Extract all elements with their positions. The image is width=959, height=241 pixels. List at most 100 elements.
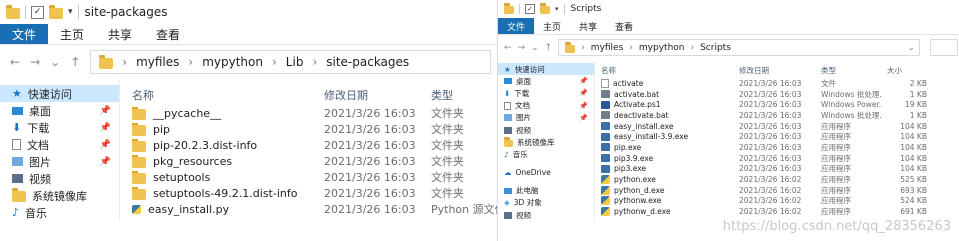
table-row[interactable]: setuptools 2021/3/26 16:03 文件夹 — [132, 169, 497, 185]
breadcrumb-separator-icon[interactable]: › — [581, 43, 585, 53]
pin-icon[interactable]: 📌 — [579, 77, 588, 85]
tab-home[interactable]: 主页 — [534, 18, 570, 34]
table-row[interactable]: activate.bat 2021/3/26 16:03 Windows 批处理..… — [601, 89, 959, 100]
pin-icon[interactable]: 📌 — [100, 123, 111, 133]
table-row[interactable]: pip.exe 2021/3/26 16:03 应用程序 104 KB — [601, 142, 959, 153]
table-row[interactable]: pip-20.2.3.dist-info 2021/3/26 16:03 文件夹 — [132, 137, 497, 153]
sidebar-item-videos[interactable]: 视频 — [0, 170, 119, 187]
file-size: 693 KB — [900, 185, 927, 195]
forward-arrow-icon[interactable]: → — [30, 55, 40, 69]
up-arrow-icon[interactable]: ↑ — [545, 43, 553, 53]
sidebar-item-3d-objects[interactable]: ◈ 3D 对象 — [498, 197, 594, 209]
sidebar-item-videos[interactable]: 视频 — [498, 124, 594, 136]
properties-check-icon[interactable]: ✓ — [31, 5, 44, 19]
new-folder-icon[interactable] — [49, 4, 63, 19]
back-arrow-icon[interactable]: ← — [10, 55, 20, 69]
table-row[interactable]: Activate.ps1 2021/3/26 16:03 Windows Power… — [601, 99, 959, 110]
sidebar-item-downloads[interactable]: ⬇ 下载 📌 — [498, 87, 594, 99]
table-row[interactable]: pythonw.exe 2021/3/26 16:02 应用程序 524 KB — [601, 196, 959, 207]
breadcrumb-separator-icon[interactable]: › — [272, 55, 277, 69]
tab-file[interactable]: 文件 — [498, 18, 535, 34]
chevron-down-icon[interactable]: ▾ — [68, 7, 73, 17]
sidebar-item-documents[interactable]: 文档 📌 — [0, 136, 119, 153]
file-type: 应用程序 — [821, 185, 851, 195]
table-row[interactable]: easy_install.exe 2021/3/26 16:03 应用程序 104 K… — [601, 121, 959, 132]
sidebar-item-this-pc[interactable]: 此电脑 — [498, 185, 594, 197]
up-arrow-icon[interactable]: ↑ — [70, 55, 80, 69]
recent-dropdown-icon[interactable]: ⌄ — [50, 55, 60, 69]
sidebar-item-system-image-library[interactable]: 系统镜像库 — [0, 187, 119, 204]
sidebar-item-quick-access[interactable]: ★ 快速访问 — [498, 63, 594, 76]
pin-icon[interactable]: 📌 — [100, 140, 111, 150]
table-row[interactable]: __pycache__ 2021/3/26 16:03 文件夹 — [132, 105, 497, 121]
column-header-date[interactable]: 修改日期 — [324, 87, 431, 103]
column-header-name[interactable]: 名称 — [132, 87, 324, 103]
file-type: 应用程序 — [821, 121, 851, 131]
tab-file[interactable]: 文件 — [0, 24, 49, 44]
breadcrumb-separator-icon[interactable]: › — [122, 55, 127, 69]
pin-icon[interactable]: 📌 — [579, 102, 588, 110]
breadcrumb-item[interactable]: mypython — [202, 55, 263, 69]
new-folder-icon[interactable] — [540, 3, 550, 14]
sidebar-item-music[interactable]: ♪ 音乐 — [0, 204, 119, 221]
sidebar-item-pictures[interactable]: 图片 📌 — [498, 112, 594, 124]
breadcrumb-separator-icon[interactable]: › — [188, 55, 193, 69]
breadcrumb-item[interactable]: Lib — [286, 55, 304, 69]
table-row[interactable]: pip3.exe 2021/3/26 16:03 应用程序 104 KB — [601, 164, 959, 175]
sidebar-item-desktop[interactable]: 桌面 📌 — [498, 75, 594, 87]
breadcrumb-item[interactable]: mypython — [639, 43, 685, 53]
forward-arrow-icon[interactable]: → — [518, 43, 526, 53]
chevron-down-icon[interactable]: ▾ — [555, 5, 559, 13]
sidebar-item-videos-pc[interactable]: 视频 — [498, 209, 594, 221]
column-header-size[interactable]: 大小 — [881, 65, 933, 76]
column-header-type[interactable]: 类型 — [431, 87, 497, 103]
table-row[interactable]: python_d.exe 2021/3/26 16:02 应用程序 693 KB — [601, 185, 959, 196]
breadcrumb-separator-icon[interactable]: › — [690, 43, 694, 53]
breadcrumb-item[interactable]: Scripts — [700, 43, 731, 53]
chevron-down-icon[interactable]: ⌄ — [907, 43, 915, 53]
sidebar-item-pictures[interactable]: 图片 📌 — [0, 153, 119, 170]
tab-view[interactable]: 查看 — [144, 24, 192, 44]
file-name-cell: setuptools — [132, 170, 324, 184]
recent-dropdown-icon[interactable]: ⌄ — [531, 43, 539, 53]
address-bar[interactable]: › myfiles › mypython › Lib › site-packag… — [90, 50, 491, 74]
table-row[interactable]: pythonw_d.exe 2021/3/26 16:02 应用程序 691 KB — [601, 206, 959, 217]
breadcrumb-separator-icon[interactable]: › — [629, 43, 633, 53]
sidebar-item-downloads[interactable]: ⬇ 下载 📌 — [0, 119, 119, 136]
search-input[interactable] — [930, 39, 958, 56]
breadcrumb-item[interactable]: myfiles — [591, 43, 624, 53]
pin-icon[interactable]: 📌 — [579, 89, 588, 97]
sidebar-item-system-image-library[interactable]: 系统镜像库 — [498, 136, 594, 148]
tab-home[interactable]: 主页 — [48, 24, 96, 44]
table-row[interactable]: pkg_resources 2021/3/26 16:03 文件夹 — [132, 153, 497, 169]
pin-icon[interactable]: 📌 — [100, 157, 111, 167]
properties-check-icon[interactable]: ✓ — [525, 4, 535, 14]
sidebar-item-onedrive[interactable]: ☁ OneDrive — [498, 167, 594, 179]
table-row[interactable]: activate 2021/3/26 16:03 文件 2 KB — [601, 78, 959, 89]
breadcrumb-item[interactable]: myfiles — [136, 55, 179, 69]
column-header-date[interactable]: 修改日期 — [739, 65, 821, 76]
table-row[interactable]: deactivate.bat 2021/3/26 16:03 Windows 批处理… — [601, 110, 959, 121]
tab-share[interactable]: 共享 — [96, 24, 144, 44]
sidebar-item-music[interactable]: ♪ 音乐 — [498, 148, 594, 160]
back-arrow-icon[interactable]: ← — [504, 43, 512, 53]
address-bar[interactable]: › myfiles › mypython › Scripts ⌄ — [558, 39, 920, 56]
table-row[interactable]: easy_install-3.9.exe 2021/3/26 16:03 应用程序 1… — [601, 131, 959, 142]
sidebar-item-quick-access[interactable]: ★ 快速访问 — [0, 85, 119, 102]
breadcrumb-item[interactable]: site-packages — [326, 55, 409, 69]
table-row[interactable]: setuptools-49.2.1.dist-info 2021/3/26 16… — [132, 185, 497, 201]
pin-icon[interactable]: 📌 — [579, 114, 588, 122]
table-row[interactable]: pip 2021/3/26 16:03 文件夹 — [132, 121, 497, 137]
table-row[interactable]: python.exe 2021/3/26 16:02 应用程序 525 KB — [601, 174, 959, 185]
breadcrumb-separator-icon[interactable]: › — [312, 55, 317, 69]
table-row[interactable]: easy_install.py 2021/3/26 16:03 Python 源… — [132, 201, 497, 217]
table-row[interactable]: pip3.9.exe 2021/3/26 16:03 应用程序 104 KB — [601, 153, 959, 164]
column-header-name[interactable]: 名称 — [601, 65, 739, 76]
sidebar-item-documents[interactable]: 文档 📌 — [498, 100, 594, 112]
tab-share[interactable]: 共享 — [570, 18, 606, 34]
tab-view[interactable]: 查看 — [606, 18, 642, 34]
pin-icon[interactable]: 📌 — [100, 106, 111, 116]
file-name: pip3.9.exe — [614, 153, 654, 163]
sidebar-item-desktop[interactable]: 桌面 📌 — [0, 102, 119, 119]
column-header-type[interactable]: 类型 — [821, 65, 881, 76]
